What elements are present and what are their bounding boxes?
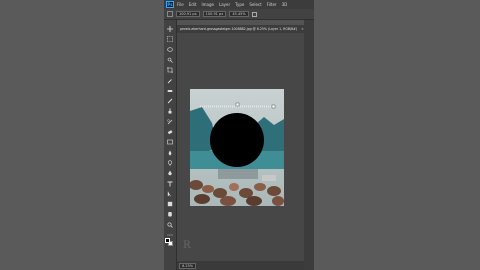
move-icon[interactable] — [167, 26, 173, 32]
gradient-icon[interactable] — [167, 139, 173, 145]
brush-icon[interactable] — [167, 98, 173, 104]
canvas-area[interactable] — [177, 33, 304, 261]
type-icon[interactable] — [167, 181, 173, 187]
eraser-icon[interactable] — [167, 129, 173, 135]
document-tab-title: pexels-eberhard-grossgasteiger-1008882.j… — [180, 27, 298, 31]
watermark-logo: R — [183, 240, 191, 251]
document-image[interactable] — [190, 89, 284, 206]
eyedropper-icon[interactable] — [167, 78, 173, 84]
height-field[interactable]: 100.91 px — [202, 11, 227, 17]
ps-logo-icon: Ps — [166, 1, 174, 8]
clone-stamp-icon[interactable] — [167, 108, 173, 114]
path-select-icon[interactable] — [167, 191, 173, 197]
zoom-field[interactable]: 45.45% — [229, 11, 249, 17]
transform-handle — [235, 102, 240, 107]
menu-filter[interactable]: Filter — [267, 2, 277, 7]
document-tab[interactable]: pexels-eberhard-grossgasteiger-1008882.j… — [177, 25, 304, 33]
status-zoom[interactable]: 6.25% — [179, 262, 197, 269]
photo-artwork — [190, 89, 284, 206]
tool-preset-icon[interactable] — [167, 11, 173, 17]
black-circle-shape — [210, 113, 264, 167]
zoom-icon[interactable] — [167, 222, 173, 228]
quick-select-icon[interactable] — [167, 57, 173, 63]
menu-3d[interactable]: 3D — [282, 2, 288, 7]
foreground-color-swatch[interactable] — [165, 238, 170, 243]
tools-panel — [164, 20, 177, 270]
width-field[interactable]: 100.91 px — [176, 11, 200, 17]
menu-bar: Ps File Edit Image Layer Type Select Fil… — [164, 0, 314, 9]
shape-icon[interactable] — [167, 201, 173, 207]
crop-icon[interactable] — [167, 67, 173, 74]
transform-handle — [271, 104, 276, 109]
menu-select[interactable]: Select — [249, 2, 261, 7]
pen-icon[interactable] — [167, 170, 173, 176]
blur-icon[interactable] — [167, 150, 173, 156]
healing-icon[interactable] — [167, 88, 173, 94]
panel-strip — [304, 20, 314, 270]
commit-check-icon[interactable] — [251, 11, 257, 17]
hand-icon[interactable] — [167, 211, 173, 217]
menu-layer[interactable]: Layer — [219, 2, 230, 7]
options-bar: 100.91 px 100.91 px 45.45% — [164, 9, 314, 20]
photoshop-window: Ps File Edit Image Layer Type Select Fil… — [164, 0, 314, 270]
menu-image[interactable]: Image — [201, 2, 214, 7]
menu-type[interactable]: Type — [235, 2, 244, 7]
history-brush-icon[interactable] — [167, 118, 173, 125]
status-bar: 6.25% — [177, 261, 304, 270]
dodge-icon[interactable] — [167, 160, 173, 166]
menu-edit[interactable]: Edit — [189, 2, 197, 7]
lasso-icon[interactable] — [167, 46, 173, 53]
marquee-icon[interactable] — [167, 36, 173, 43]
menu-file[interactable]: File — [177, 2, 184, 7]
